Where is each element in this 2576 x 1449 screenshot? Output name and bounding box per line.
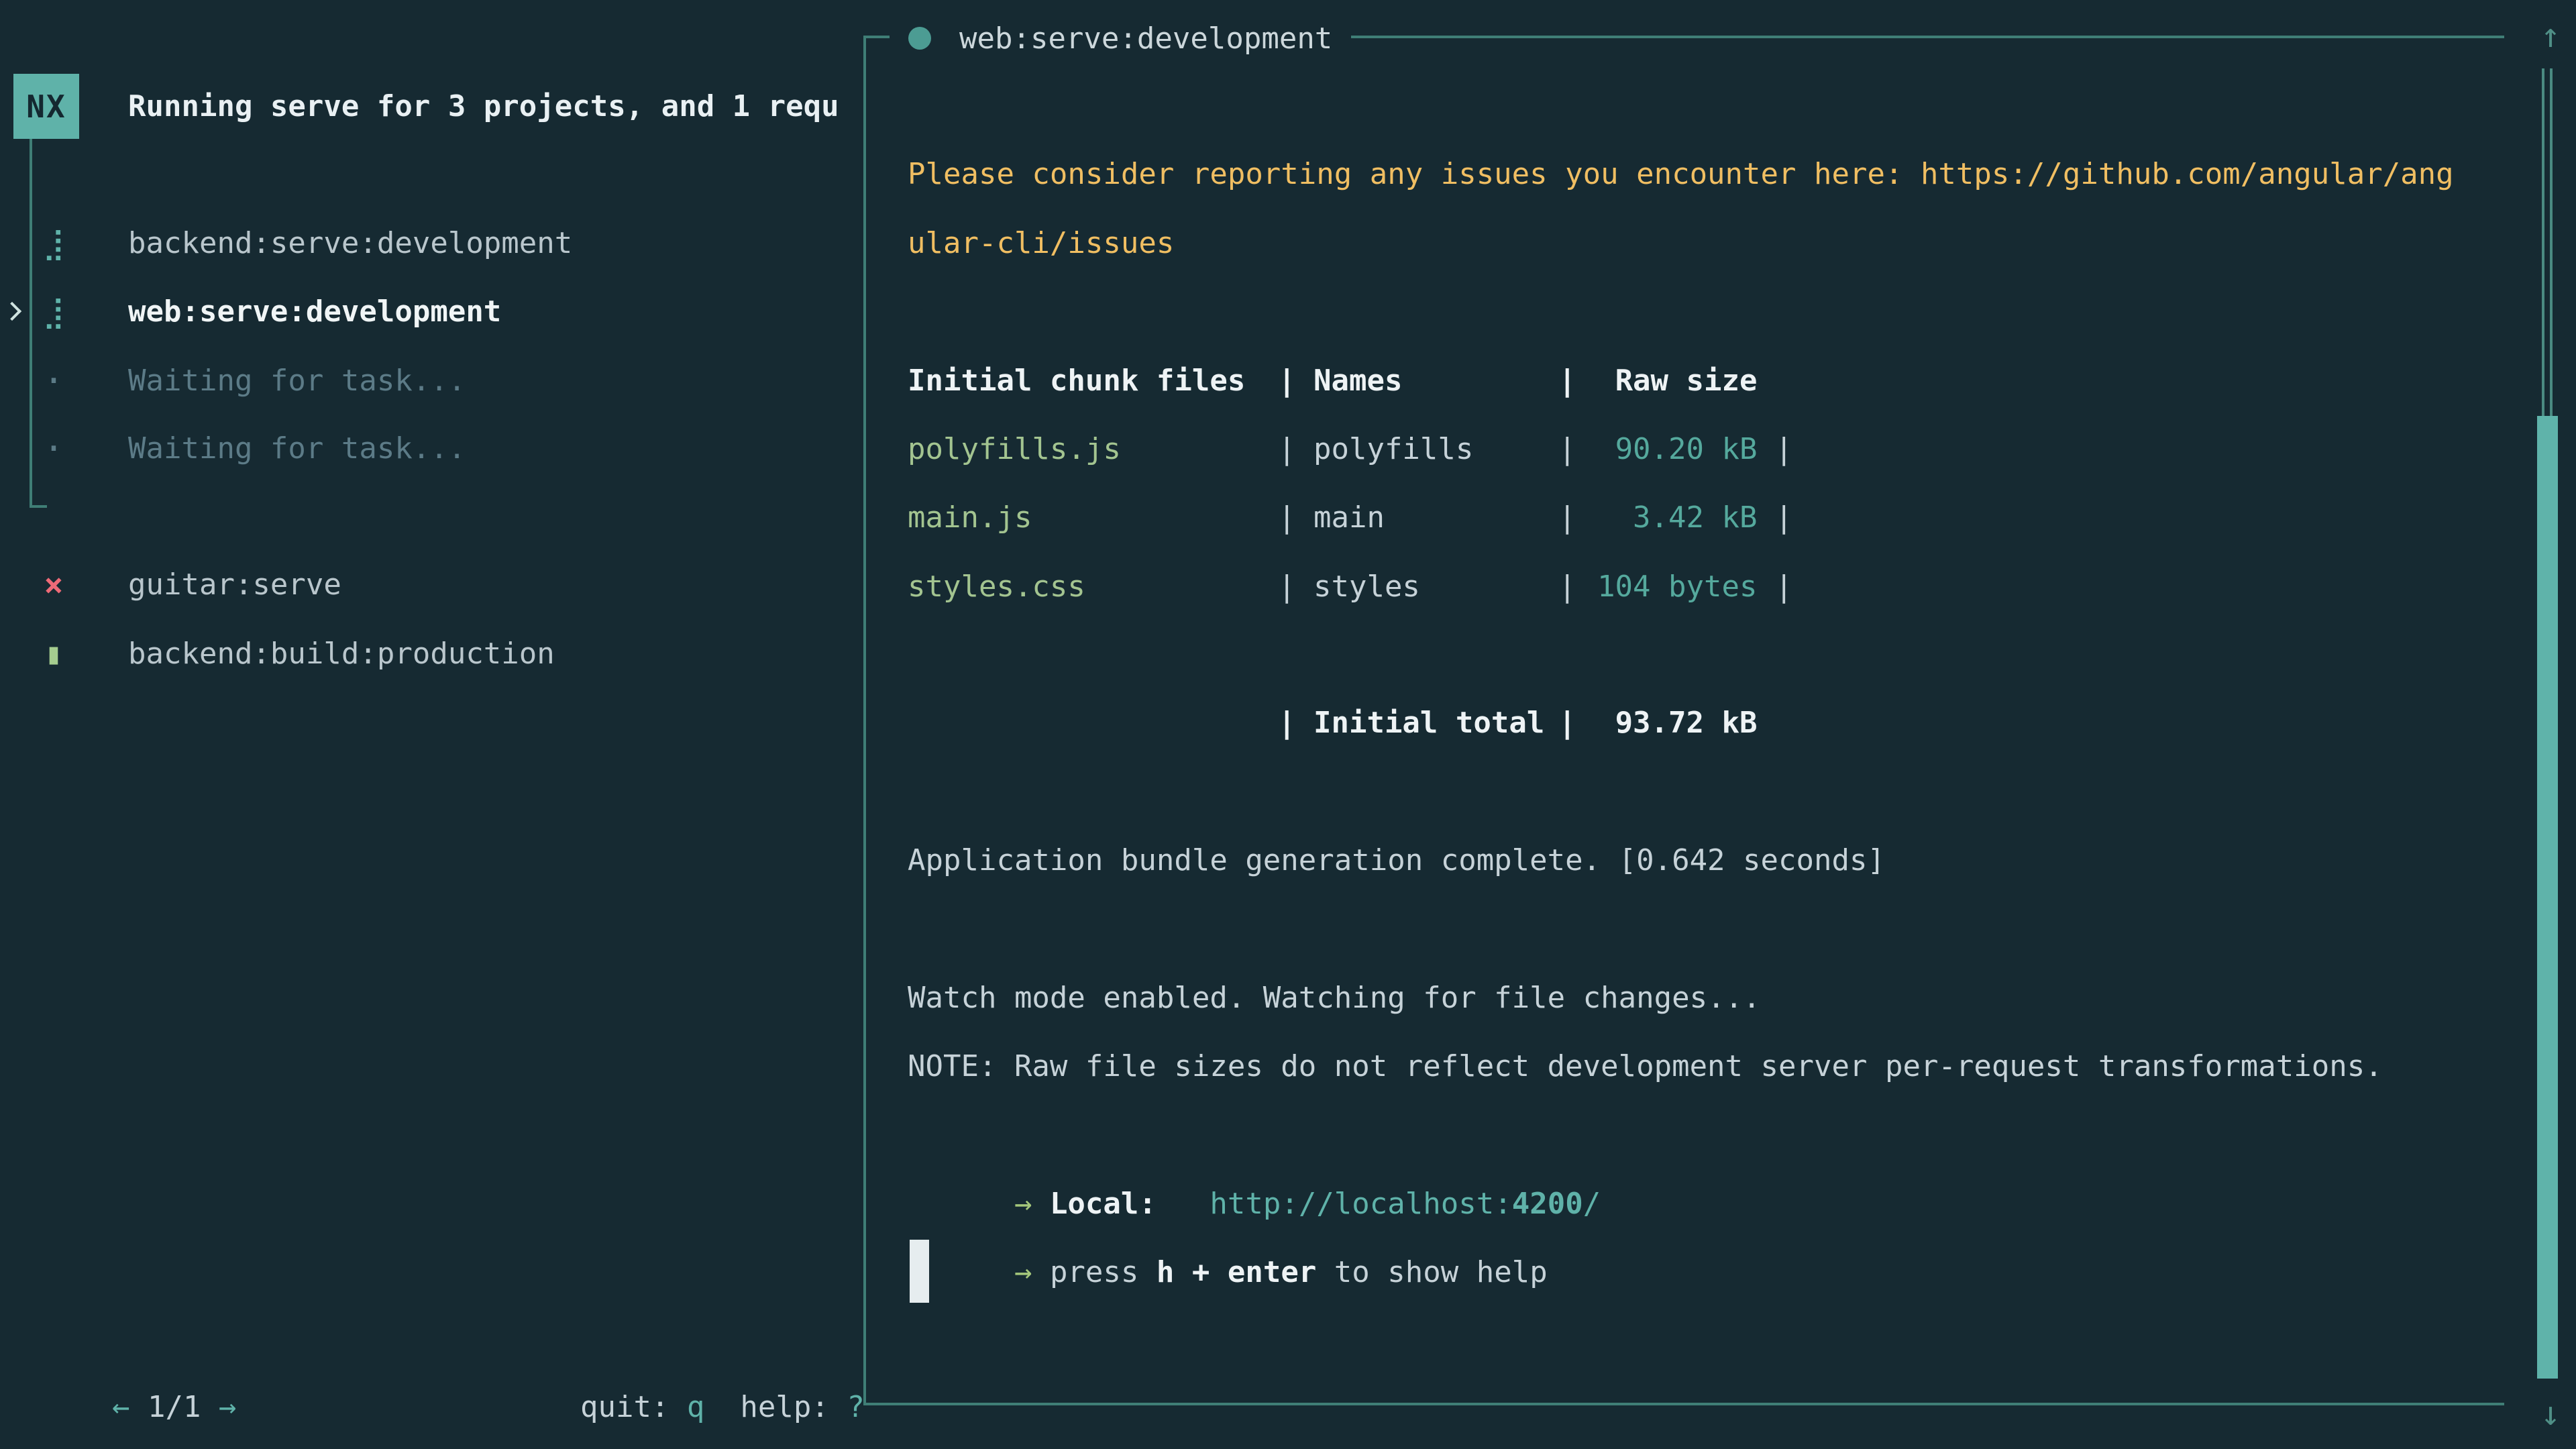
output-panel-title: web:serve:development (890, 4, 1351, 72)
issue-notice-line2: ular-cli/issues (908, 209, 1174, 278)
shortcut-hints: quit: q help: ? (509, 1305, 865, 1373)
bundle-complete-line: Application bundle generation complete. … (908, 826, 1885, 895)
issue-notice-line1: Please consider reporting any issues you… (908, 140, 2454, 209)
header-raw-size: Raw size (1576, 347, 1757, 415)
initial-total-row: | Initial total|93.72 kB (908, 689, 1757, 757)
chunk-file: polyfills.js (908, 415, 1278, 484)
chunk-file: main.js (908, 484, 1278, 552)
nx-tui-screen: NX Running serve for 3 projects, and 1 r… (0, 0, 2576, 1449)
chunk-table-row: polyfills.js| polyfills|90.20 kB | (908, 415, 1792, 484)
chunk-size: 3.42 kB (1576, 484, 1757, 552)
scrollbar-track[interactable] (2542, 68, 2553, 416)
initial-total-size: 93.72 kB (1576, 689, 1757, 757)
local-url-line: → Local: http://localhost:4200/ (908, 1102, 1601, 1170)
task-row-waiting-2[interactable]: · Waiting for task... (0, 415, 832, 483)
waiting-dot-icon: · (38, 415, 70, 483)
header-initial-chunk-files: Initial chunk files (908, 347, 1278, 415)
nx-logo: NX (13, 74, 79, 139)
task-row-backend-serve[interactable]: ⣸ backend:serve:development (0, 209, 832, 278)
scroll-up-arrow[interactable]: ↑ (2530, 5, 2571, 66)
help-hint-line: → press h + enter to show help (908, 1170, 1548, 1238)
help-key: ? (847, 1390, 865, 1424)
running-bullet-icon (908, 27, 931, 50)
chunk-name: styles (1313, 553, 1558, 621)
sidebar-header: Running serve for 3 projects, and 1 requ (128, 72, 859, 141)
chunk-table-header: Initial chunk files| Names|Raw size (908, 347, 1757, 415)
help-keys: h + enter (1157, 1255, 1316, 1289)
quit-label: quit: (580, 1390, 687, 1424)
task-row-web-serve[interactable]: ⣸ web:serve:development (0, 278, 832, 346)
help-label: help: (740, 1390, 847, 1424)
task-label: backend:serve:development (128, 209, 572, 278)
selected-chevron-icon (3, 302, 21, 321)
page-prev-arrow[interactable]: ← (112, 1390, 130, 1424)
initial-total-label: Initial total (1313, 689, 1558, 757)
spinner-icon: ⣸ (38, 278, 70, 346)
page-next-arrow[interactable]: → (219, 1390, 237, 1424)
chunk-name: main (1313, 484, 1558, 552)
task-row-guitar-serve[interactable]: × guitar:serve (0, 551, 832, 619)
chunk-table-row: main.js| main|3.42 kB | (908, 484, 1792, 552)
task-label: guitar:serve (128, 551, 341, 619)
panel-title-text: web:serve:development (959, 21, 1332, 56)
task-label: backend:build:production (128, 620, 555, 688)
task-label: web:serve:development (128, 278, 501, 346)
task-label: Waiting for task... (128, 415, 466, 483)
terminal-cursor (910, 1240, 929, 1303)
pagination: ← 1/1 → (41, 1305, 236, 1373)
spinner-icon: ⣸ (38, 209, 70, 278)
waiting-dot-icon: · (38, 347, 70, 415)
success-bar-icon: ▮ (38, 620, 70, 688)
failed-x-icon: × (38, 551, 70, 619)
task-row-backend-build[interactable]: ▮ backend:build:production (0, 620, 832, 688)
scrollbar-thumb[interactable] (2537, 416, 2558, 1379)
task-row-waiting-1[interactable]: · Waiting for task... (0, 347, 832, 415)
quit-key: q (687, 1390, 705, 1424)
chunk-size: 90.20 kB (1576, 415, 1757, 484)
chunk-size: 104 bytes (1576, 553, 1757, 621)
header-names: Names (1313, 347, 1558, 415)
watch-mode-line: Watch mode enabled. Watching for file ch… (908, 964, 1761, 1032)
chunk-file: styles.css (908, 553, 1278, 621)
page-indicator: 1/1 (129, 1390, 218, 1424)
arrow-icon: → (979, 1255, 1050, 1289)
chunk-name: polyfills (1313, 415, 1558, 484)
note-line: NOTE: Raw file sizes do not reflect deve… (908, 1032, 2383, 1101)
chunk-table-row: styles.css| styles|104 bytes | (908, 553, 1792, 621)
task-label: Waiting for task... (128, 347, 466, 415)
scroll-down-arrow[interactable]: ↓ (2530, 1383, 2571, 1444)
